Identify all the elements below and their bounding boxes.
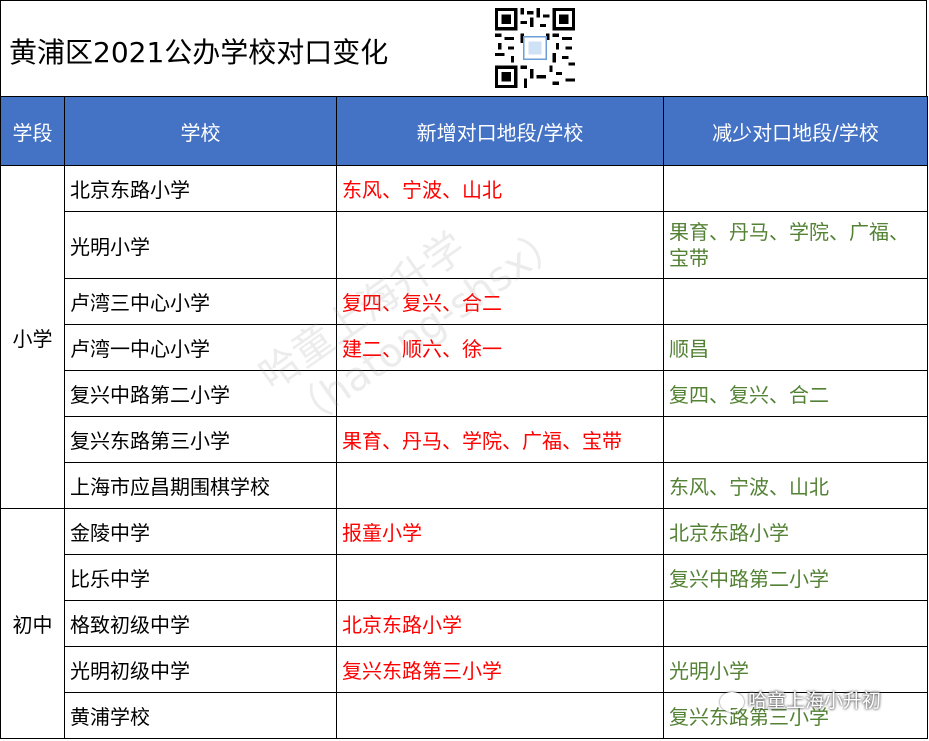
table-row: 复兴中路第二小学 复四、复兴、合二 <box>1 370 928 417</box>
removed-zones: 果育、丹马、学院、广福、宝带 <box>663 211 928 279</box>
removed-zones: 北京东路小学 <box>663 508 928 555</box>
school-name: 复兴中路第二小学 <box>64 370 337 417</box>
table-row: 光明初级中学 复兴东路第三小学 光明小学 <box>1 646 928 693</box>
table-row: 初中 金陵中学 报童小学 北京东路小学 <box>0 508 928 739</box>
table-row: 格致初级中学 北京东路小学 <box>1 600 928 647</box>
added-zones <box>336 554 664 601</box>
page-title: 黄浦区2021公办学校对口变化 <box>9 36 389 69</box>
removed-zones <box>663 416 928 463</box>
table-row: 复兴东路第三小学 果育、丹马、学院、广福、宝带 <box>1 416 928 463</box>
removed-zones: 光明小学 <box>663 646 928 693</box>
removed-zones <box>663 278 928 325</box>
school-zoning-table: 学段 学校 新增对口地段/学校 减少对口地段/学校 小学 北京东路小学 东风、宁… <box>0 96 928 739</box>
school-name: 卢湾三中心小学 <box>64 278 337 325</box>
school-name: 格致初级中学 <box>64 600 337 647</box>
school-name: 上海市应昌期围棋学校 <box>64 462 337 509</box>
added-zones <box>336 370 664 417</box>
removed-zones <box>663 165 928 212</box>
added-zones: 复四、复兴、合二 <box>336 278 664 325</box>
removed-zones: 复四、复兴、合二 <box>663 370 928 417</box>
table-row: 上海市应昌期围棋学校 东风、宁波、山北 <box>1 462 928 509</box>
school-name: 复兴东路第三小学 <box>64 416 337 463</box>
added-zones: 东风、宁波、山北 <box>336 165 664 212</box>
school-name: 北京东路小学 <box>64 165 337 212</box>
stage-primary: 小学 <box>0 165 65 509</box>
removed-zones: 复兴东路第三小学 <box>663 692 928 739</box>
added-zones: 果育、丹马、学院、广福、宝带 <box>336 416 664 463</box>
table-row: 黄浦学校 复兴东路第三小学 <box>1 692 928 739</box>
added-zones: 报童小学 <box>336 508 664 555</box>
added-zones: 复兴东路第三小学 <box>336 646 664 693</box>
school-name: 比乐中学 <box>64 554 337 601</box>
qr-code-icon <box>495 8 575 88</box>
header-stage: 学段 <box>0 96 65 166</box>
table-row: 光明小学 果育、丹马、学院、广福、宝带 <box>1 211 928 279</box>
added-zones <box>336 211 664 279</box>
removed-zones: 顺昌 <box>663 324 928 371</box>
header-removed: 减少对口地段/学校 <box>663 96 928 166</box>
table-row: 小学 北京东路小学 东风、宁波、山北 <box>0 165 928 509</box>
table-row: 卢湾一中心小学 建二、顺六、徐一 顺昌 <box>1 324 928 371</box>
header-added: 新增对口地段/学校 <box>336 96 664 166</box>
stage-middle: 初中 <box>0 508 65 739</box>
school-name: 光明初级中学 <box>64 646 337 693</box>
added-zones <box>336 692 664 739</box>
added-zones <box>336 462 664 509</box>
table-row: 比乐中学 复兴中路第二小学 <box>1 554 928 601</box>
added-zones: 建二、顺六、徐一 <box>336 324 664 371</box>
removed-zones: 东风、宁波、山北 <box>663 462 928 509</box>
school-name: 卢湾一中心小学 <box>64 324 337 371</box>
removed-zones <box>663 600 928 647</box>
school-name: 黄浦学校 <box>64 692 337 739</box>
removed-zones: 复兴中路第二小学 <box>663 554 928 601</box>
school-name: 金陵中学 <box>64 508 337 555</box>
table-row: 卢湾三中心小学 复四、复兴、合二 <box>1 278 928 325</box>
header-row: 学段 学校 新增对口地段/学校 减少对口地段/学校 <box>0 96 928 166</box>
title-bar: 黄浦区2021公办学校对口变化 <box>0 0 927 96</box>
school-name: 光明小学 <box>64 211 337 279</box>
header-school: 学校 <box>64 96 337 166</box>
added-zones: 北京东路小学 <box>336 600 664 647</box>
